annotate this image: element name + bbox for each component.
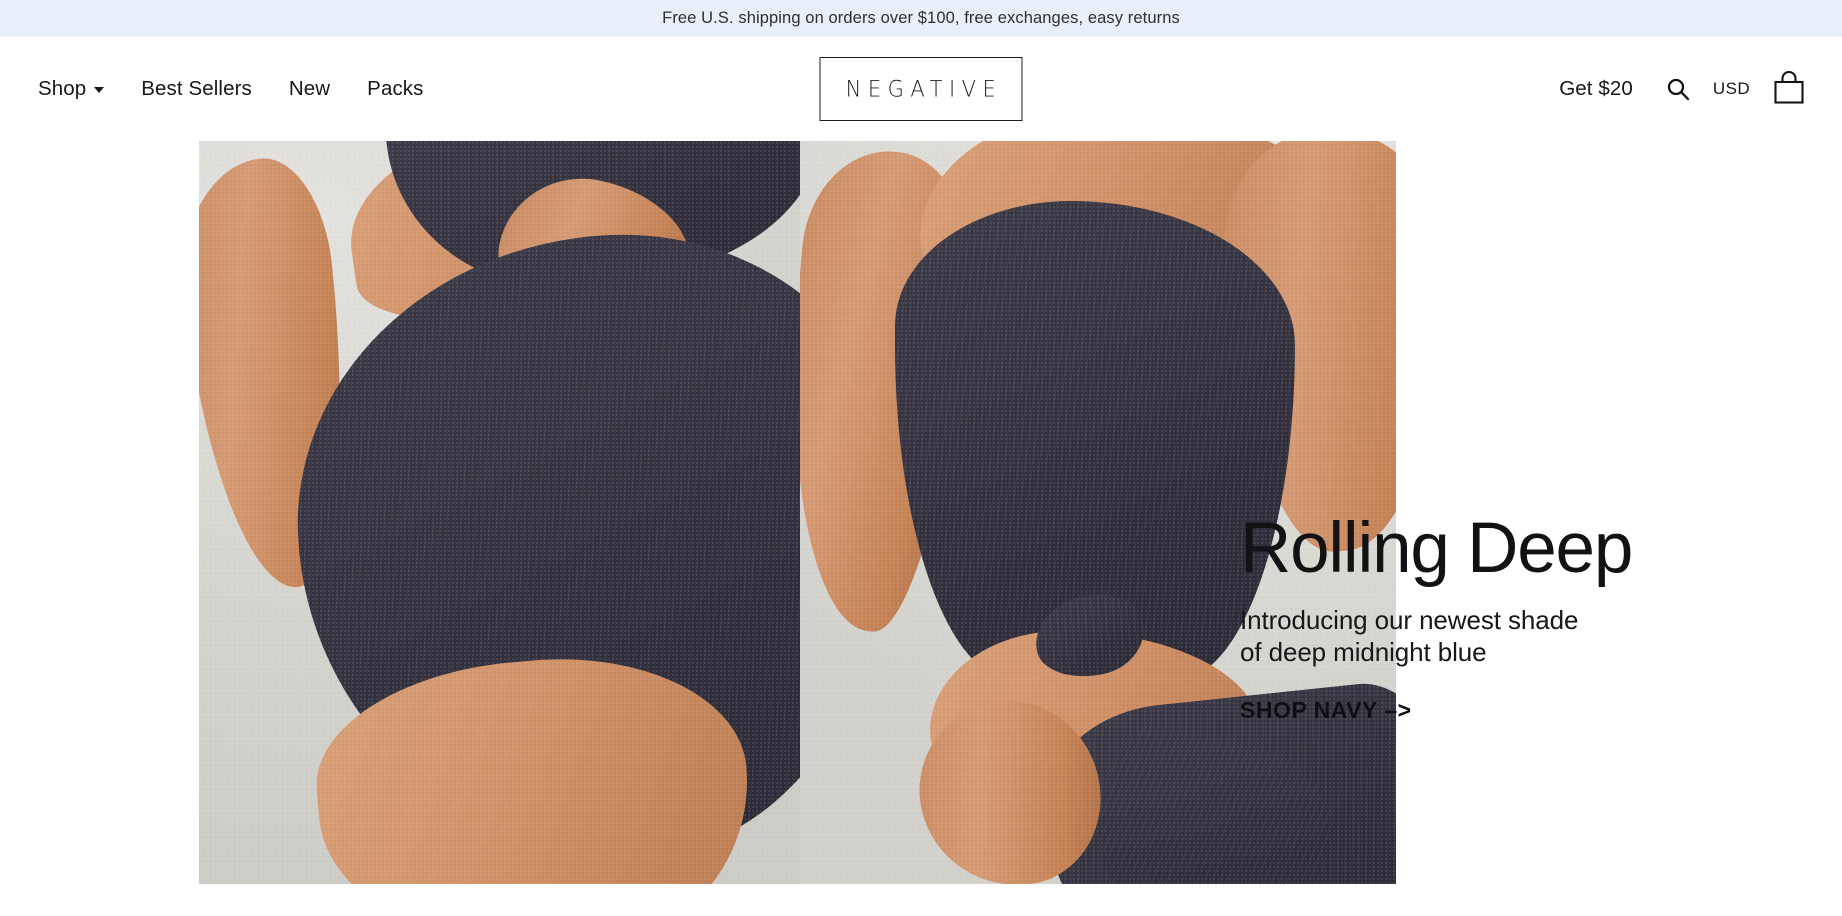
site-logo-text: NEGATIVE — [845, 75, 1003, 102]
hero-subtitle: Introducing our newest shade of deep mid… — [1240, 605, 1800, 668]
search-icon — [1667, 78, 1690, 101]
nav-item-packs[interactable]: Packs — [367, 77, 423, 101]
hero-copy: Rolling Deep Introducing our newest shad… — [1240, 509, 1800, 724]
nav-item-best-sellers[interactable]: Best Sellers — [141, 77, 252, 101]
header-actions: Get $20 USD — [1559, 67, 1842, 111]
primary-navigation: Shop Best Sellers New Packs — [0, 77, 424, 101]
announcement-text: Free U.S. shipping on orders over $100, … — [662, 9, 1180, 27]
hero-section: Rolling Deep Introducing our newest shad… — [0, 141, 1842, 916]
shopping-bag-icon — [1774, 70, 1804, 104]
nav-item-shop[interactable]: Shop — [38, 77, 105, 101]
hero-title: Rolling Deep — [1240, 509, 1633, 588]
nav-item-shop-label: Shop — [38, 77, 87, 100]
hero-subtitle-line-2: of deep midnight blue — [1240, 637, 1487, 668]
currency-selector[interactable]: USD — [1713, 79, 1750, 99]
site-logo[interactable]: NEGATIVE — [819, 57, 1023, 121]
hero-image-left[interactable] — [199, 141, 800, 884]
chevron-down-icon — [94, 87, 105, 93]
get-credit-link[interactable]: Get $20 — [1559, 77, 1633, 101]
search-button[interactable] — [1665, 76, 1691, 102]
announcement-bar: Free U.S. shipping on orders over $100, … — [0, 0, 1842, 37]
hero-image-pair[interactable] — [199, 141, 1396, 884]
site-header: Shop Best Sellers New Packs NEGATIVE Get… — [0, 37, 1842, 141]
hero-cta-shop-navy[interactable]: SHOP NAVY –> — [1240, 697, 1412, 724]
hero-subtitle-line-1: Introducing our newest shade — [1240, 605, 1579, 636]
cart-button[interactable] — [1768, 67, 1810, 111]
nav-item-new[interactable]: New — [289, 77, 330, 101]
